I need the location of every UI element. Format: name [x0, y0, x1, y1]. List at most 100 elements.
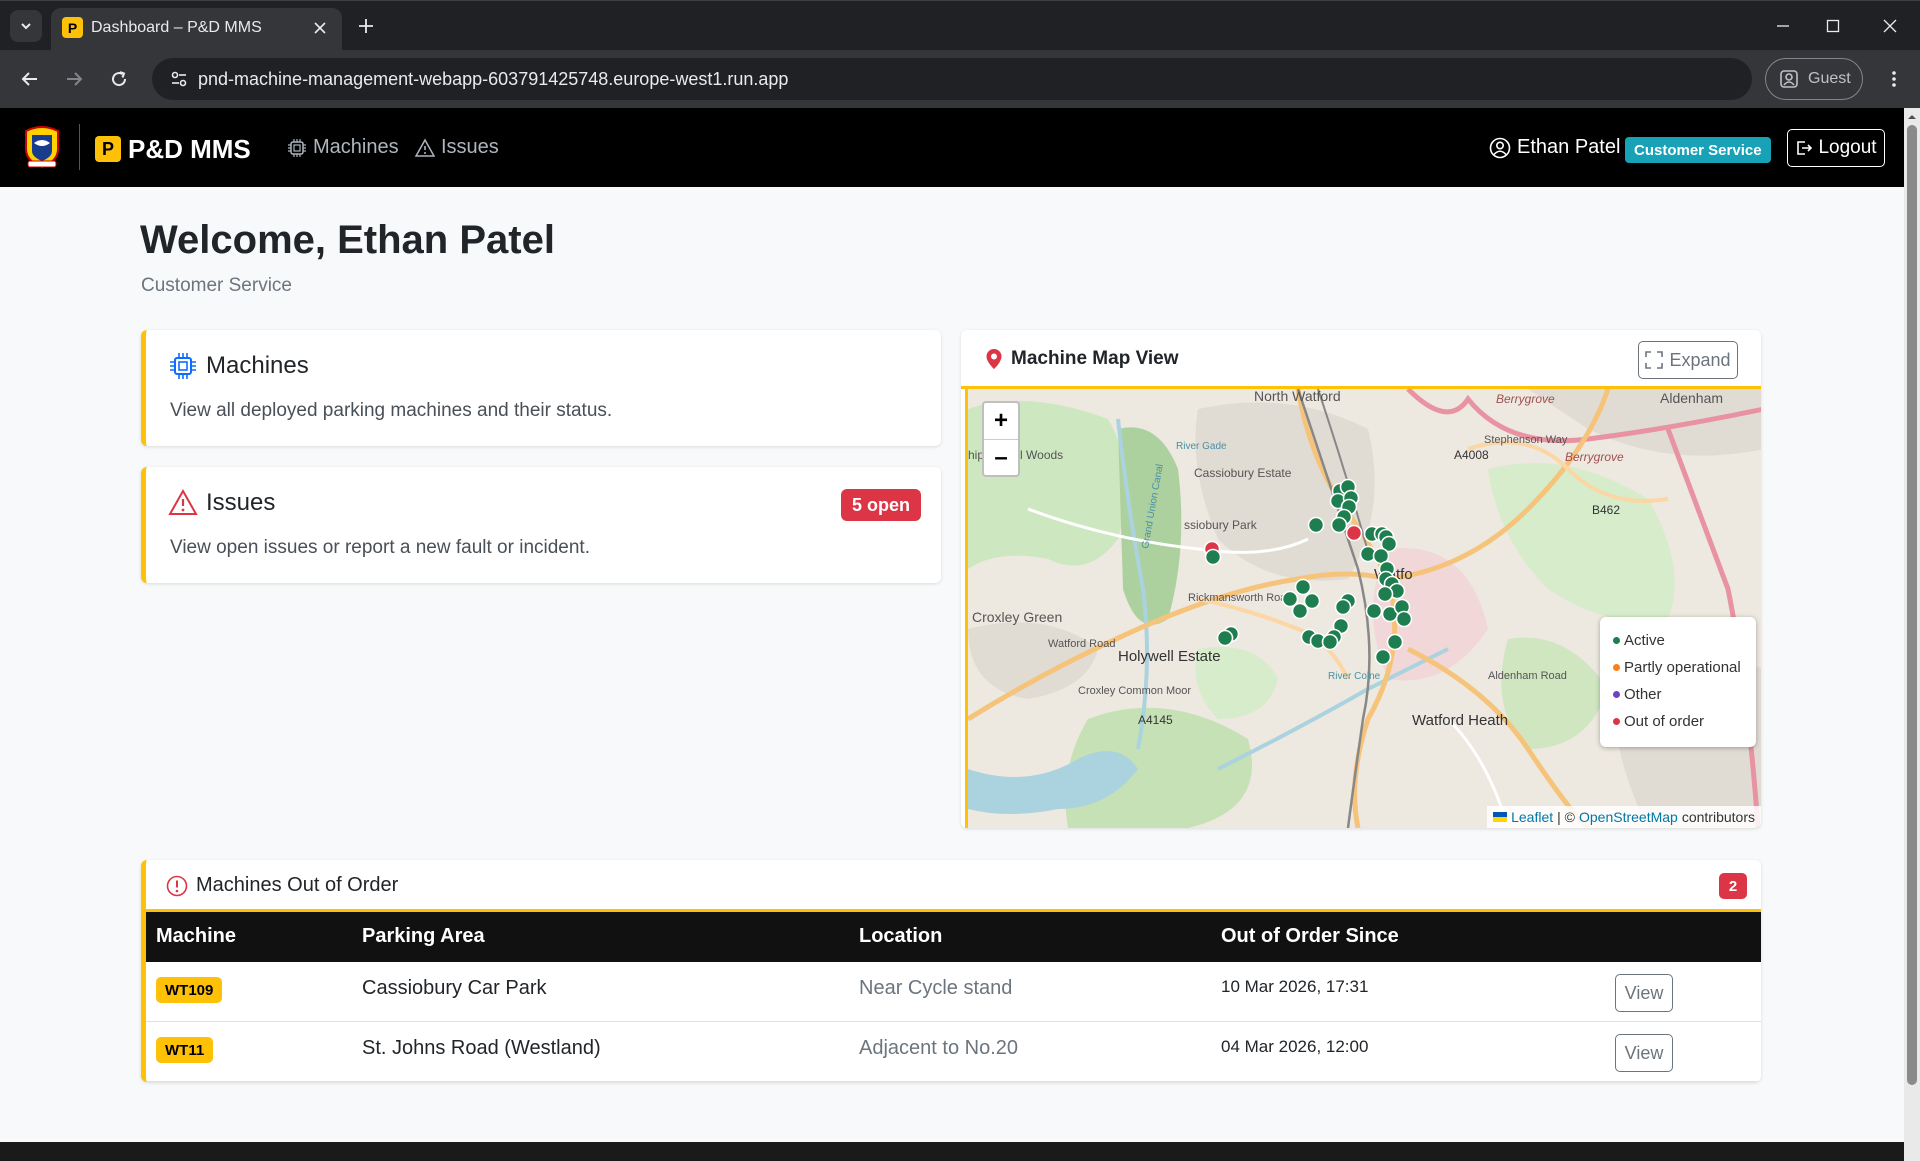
- user-menu[interactable]: Ethan Patel: [1489, 136, 1620, 159]
- issues-card[interactable]: Issues 5 open View open issues or report…: [141, 467, 941, 583]
- table-row: WT11 St. Johns Road (Westland) Adjacent …: [146, 1022, 1761, 1082]
- zoom-control: + –: [982, 401, 1020, 477]
- map-marker-active[interactable]: [1374, 648, 1392, 666]
- legend-label: Out of order: [1624, 713, 1705, 730]
- map-label: River Gade: [1176, 441, 1227, 452]
- legend-dot: [1613, 691, 1620, 698]
- page-title: Welcome, Ethan Patel: [140, 218, 555, 262]
- map-marker-active[interactable]: [1330, 516, 1348, 534]
- map-marker-active[interactable]: [1365, 602, 1383, 620]
- map-label: A4008: [1454, 448, 1489, 462]
- view-button[interactable]: View: [1615, 1034, 1673, 1072]
- role-badge: Customer Service: [1625, 137, 1771, 163]
- map-pin-icon: [986, 349, 1002, 369]
- card-title: Issues: [206, 489, 276, 516]
- close-icon: [314, 22, 326, 34]
- location-cell: Adjacent to No.20: [859, 1037, 1018, 1059]
- guest-profile-icon: [1780, 70, 1798, 88]
- nav-link-issues[interactable]: Issues: [415, 136, 499, 159]
- map-marker-active[interactable]: [1386, 633, 1404, 651]
- ukraine-flag-icon: [1493, 812, 1508, 822]
- minimize-button[interactable]: [1768, 12, 1798, 40]
- legend-label: Active: [1624, 632, 1665, 649]
- map-label: ssiobury Park: [1184, 518, 1258, 532]
- map-marker-active[interactable]: [1395, 610, 1413, 628]
- reload-button[interactable]: [103, 63, 135, 95]
- map-title-row: Machine Map View: [985, 348, 1179, 370]
- machines-card[interactable]: Machines View all deployed parking machi…: [141, 330, 941, 446]
- map-marker-active[interactable]: [1204, 548, 1222, 566]
- arrow-right-icon: [67, 72, 83, 86]
- map-marker-active[interactable]: [1321, 633, 1339, 651]
- leaflet-link[interactable]: Leaflet: [1511, 809, 1553, 825]
- browser-tab-active[interactable]: P Dashboard – P&D MMS: [51, 8, 342, 51]
- map-label: Holywell Estate: [1118, 648, 1221, 665]
- expand-map-button[interactable]: Expand: [1638, 341, 1738, 379]
- map-label: Berrygrove: [1565, 450, 1624, 464]
- site-info-button[interactable]: [164, 64, 194, 94]
- warning-icon: [168, 488, 198, 515]
- brand-parking-icon: P: [95, 136, 121, 162]
- card-title: Machines: [206, 352, 309, 379]
- out-of-order-header: Machines Out of Order 2: [146, 860, 1761, 912]
- scrollbar-thumb[interactable]: [1907, 125, 1917, 1085]
- window-close-button[interactable]: [1875, 12, 1905, 40]
- brand-name[interactable]: P&D MMS: [128, 134, 251, 165]
- browser-menu-button[interactable]: [1878, 63, 1910, 95]
- forward-button[interactable]: [58, 63, 90, 95]
- council-crest-logo[interactable]: [20, 123, 64, 169]
- map-label: Aldenham: [1660, 390, 1723, 406]
- map-marker-active[interactable]: [1291, 602, 1309, 620]
- map-marker-active[interactable]: [1216, 629, 1234, 647]
- map-marker-active[interactable]: [1376, 585, 1394, 603]
- app-navbar: P P&D MMS Machines Issues Ethan Patel Cu…: [0, 108, 1904, 187]
- user-name: Ethan Patel: [1517, 136, 1621, 158]
- view-button[interactable]: View: [1615, 974, 1673, 1012]
- page-footer: [0, 1142, 1904, 1161]
- map-tiles[interactable]: North Watford Berrygrove Aldenham Cassio…: [968, 389, 1761, 828]
- map-marker-active[interactable]: [1307, 516, 1325, 534]
- minimize-icon: [1777, 25, 1789, 27]
- machine-id-badge: WT109: [156, 977, 223, 1003]
- new-tab-button[interactable]: [352, 12, 380, 40]
- chip-icon: [170, 353, 196, 379]
- tab-search-button[interactable]: [10, 10, 42, 42]
- logout-icon: [1797, 141, 1813, 155]
- map-marker-active[interactable]: [1334, 598, 1352, 616]
- scroll-up-icon[interactable]: [1907, 112, 1917, 122]
- back-button[interactable]: [14, 63, 46, 95]
- fullscreen-icon: [1645, 351, 1664, 369]
- kebab-menu-icon: [1892, 71, 1896, 87]
- map-label: Berrygrove: [1496, 392, 1555, 406]
- maximize-button[interactable]: [1818, 12, 1848, 40]
- map-label: Stephenson Way: [1484, 434, 1568, 446]
- map-label: North Watford: [1254, 389, 1341, 404]
- nav-link-label: Issues: [441, 136, 499, 158]
- expand-label: Expand: [1669, 349, 1731, 370]
- tab-close-button[interactable]: [308, 16, 332, 40]
- map-marker-out-of-order[interactable]: [1345, 524, 1363, 542]
- osm-link[interactable]: OpenStreetMap: [1579, 809, 1678, 825]
- map-label: Croxley Green: [972, 609, 1062, 625]
- machine-map-card: Machine Map View Expand North Watford Be…: [961, 330, 1761, 828]
- legend-item-active: Active: [1613, 627, 1756, 654]
- zoom-in-button[interactable]: +: [984, 403, 1018, 439]
- address-bar[interactable]: pnd-machine-management-webapp-6037914257…: [152, 58, 1752, 100]
- map-label: B462: [1592, 503, 1620, 517]
- page-subtitle: Customer Service: [141, 275, 292, 296]
- attribution-separator: | ©: [1557, 809, 1575, 825]
- profile-button[interactable]: Guest: [1765, 58, 1863, 100]
- map-marker-active[interactable]: [1294, 578, 1312, 596]
- zoom-out-button[interactable]: –: [984, 440, 1018, 476]
- profile-label: Guest: [1808, 70, 1851, 87]
- page-scrollbar[interactable]: [1904, 108, 1920, 1161]
- legend-dot: [1613, 637, 1620, 644]
- logout-button[interactable]: Logout: [1787, 129, 1885, 167]
- map-label: Rickmansworth Road: [1188, 592, 1293, 604]
- map-title: Machine Map View: [1011, 348, 1179, 369]
- legend-dot: [1613, 664, 1620, 671]
- nav-link-machines[interactable]: Machines: [287, 136, 399, 159]
- column-header-parking-area: Parking Area: [362, 925, 485, 947]
- map-view[interactable]: North Watford Berrygrove Aldenham Cassio…: [965, 389, 1761, 828]
- out-of-order-card: Machines Out of Order 2 Machine Parking …: [141, 860, 1761, 1082]
